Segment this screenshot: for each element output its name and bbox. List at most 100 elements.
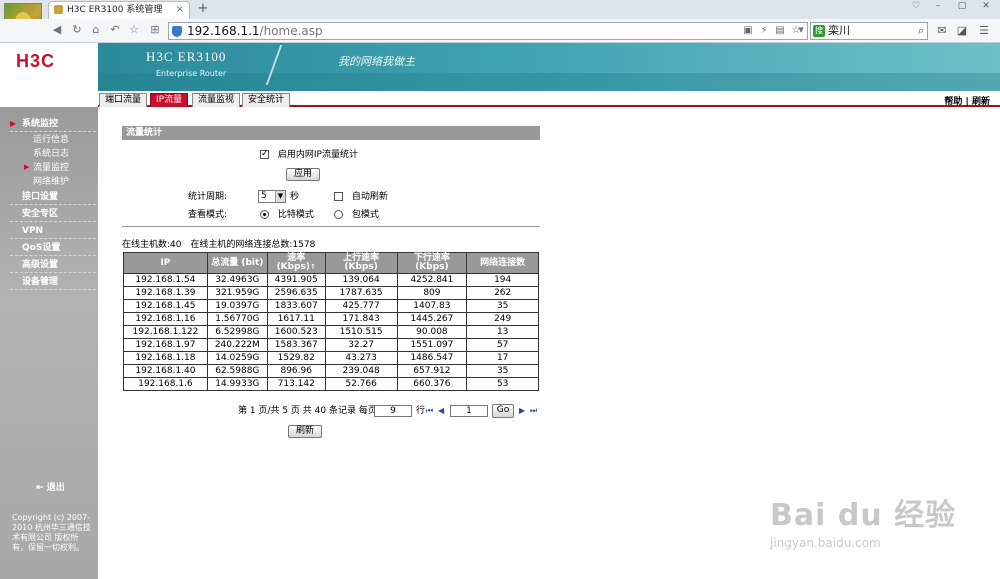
prev-page-icon[interactable]: ◀ (438, 405, 444, 417)
table-cell: 32.27 (324, 338, 398, 352)
speed-icon[interactable]: ⚡ (757, 24, 771, 38)
table-cell: 171.843 (324, 312, 398, 326)
back-icon[interactable]: ◀ (50, 23, 64, 37)
search-engine-icon: 搜 (813, 25, 825, 37)
packet-mode-radio[interactable] (334, 210, 343, 219)
apply-button[interactable]: 应用 (286, 168, 320, 181)
slogan: 我的网络我做主 (338, 55, 415, 68)
col-up-rate[interactable]: 上行速率 (Kbps) (324, 252, 398, 274)
sidebar-item-qos[interactable]: QoS设置 (10, 241, 96, 256)
view-mode-label: 查看模式: (188, 210, 228, 220)
table-cell: 1486.547 (396, 351, 468, 365)
table-row: 192.168.1.97 240.222M 1583.367 32.27 1551.09… (123, 338, 539, 352)
sidebar-sub-network-maint[interactable]: 网络维护 (33, 176, 69, 188)
sidebar-item-device-mgmt[interactable]: 设备管理 (10, 275, 96, 290)
minimize-icon[interactable]: – (928, 0, 948, 14)
table-cell: 62.5988G (206, 364, 268, 378)
sidebar-sub-system-log[interactable]: 系统日志 (33, 148, 69, 160)
col-down-rate[interactable]: 下行速率 (Kbps) (396, 252, 468, 274)
clipboard-icon[interactable]: ▤ (773, 24, 787, 38)
reload-icon[interactable]: ↻ (70, 23, 84, 37)
pager: 第 1 页/共 5 页 共 40 条记录 每页 (238, 405, 377, 417)
first-page-icon[interactable]: ⏮ (426, 405, 433, 417)
table-cell: 17 (466, 351, 539, 365)
table-cell: 1510.515 (324, 325, 398, 339)
search-icon[interactable]: ⌕ (918, 24, 924, 38)
table-cell: 1833.607 (266, 299, 326, 313)
per-page-input[interactable]: 9 (374, 405, 412, 417)
sidebar-item-vpn[interactable]: VPN (10, 224, 96, 239)
mail-icon[interactable]: ✉ (934, 23, 950, 39)
logout-button[interactable]: ⇤ 退出 (36, 480, 65, 493)
table-row: 192.168.1.39 321.959G 2596.635 1787.635 809 2… (123, 286, 539, 300)
table-row: 192.168.1.18 14.0259G 1529.82 43.273 1486.54… (123, 351, 539, 365)
col-connections[interactable]: 网络连接数 (466, 252, 539, 274)
skin-icon[interactable]: ♡ (906, 0, 926, 14)
auto-refresh-checkbox[interactable] (334, 192, 343, 201)
tab-ip-traffic[interactable]: IP流量 (150, 93, 189, 107)
compat-mode-icon[interactable]: ▣ (741, 24, 755, 38)
col-ip[interactable]: IP (123, 252, 208, 274)
table-cell: 13 (466, 325, 539, 339)
sidebar-item-interface[interactable]: 接口设置 (10, 190, 96, 205)
table-cell: 192.168.1.39 (123, 286, 208, 300)
table-cell: 192.168.1.54 (123, 273, 208, 287)
table-cell: 192.168.1.45 (123, 299, 208, 313)
table-cell: 713.142 (266, 377, 326, 391)
tab-traffic-watch[interactable]: 流量监视 (192, 93, 241, 107)
sidebar-sub-traffic-monitor[interactable]: 流量监控 (33, 162, 69, 174)
h3c-logo: H3C (16, 51, 56, 71)
table-cell: 4252.841 (396, 273, 468, 287)
bit-mode-radio[interactable] (260, 210, 269, 219)
table-cell: 1529.82 (266, 351, 326, 365)
tab-port-traffic[interactable]: 端口流量 (99, 93, 148, 107)
search-input[interactable]: 栾川 (828, 23, 850, 39)
table-cell: 896.96 (266, 364, 326, 378)
table-cell: 1445.267 (396, 312, 468, 326)
go-button[interactable]: Go (492, 404, 514, 418)
security-shield-icon (172, 26, 182, 37)
menu-icon[interactable]: ☰ (976, 23, 992, 39)
row-unit: 行 (416, 406, 426, 416)
table-row: 192.168.1.6 14.9933G 713.142 52.766 660.376 5… (123, 377, 539, 391)
browser-tab[interactable]: H3C ER3100 系统管理 × (48, 1, 190, 19)
favorite-icon[interactable]: ☆ (127, 23, 141, 37)
last-page-icon[interactable]: ⏭ (530, 405, 537, 417)
search-box[interactable]: 搜 栾川 ⌕ (810, 22, 928, 40)
table-cell: 192.168.1.16 (123, 312, 208, 326)
watermark-logo: Bai du 经验 (770, 498, 957, 533)
sidebar-item-system-monitor[interactable]: ▶ 系统监控 (10, 117, 96, 132)
address-bar[interactable]: 192.168.1.1/home.asp ▣ ⚡ ▤ ☆ (168, 22, 808, 40)
enable-ip-stats-checkbox[interactable] (260, 148, 269, 160)
url-host: 192.168.1.1 (187, 24, 260, 38)
sidebar: ▶ 系统监控 运行信息 系统日志 ▶ 流量监控 网络维护 接口设置 安全专区 V… (0, 107, 98, 579)
tab-close-icon[interactable]: × (176, 2, 184, 18)
tab-security-stats[interactable]: 安全统计 (242, 93, 291, 107)
table-body: 192.168.1.54 32.4963G 4391.905 139.064 4252.… (123, 273, 539, 391)
url-path: /home.asp (259, 24, 323, 38)
sidebar-item-security[interactable]: 安全专区 (10, 207, 96, 222)
sidebar-item-advanced[interactable]: 高级设置 (10, 258, 96, 273)
close-window-icon[interactable]: ✕ (976, 0, 996, 14)
col-rate[interactable]: 速率 (Kbps)↑ (266, 252, 326, 274)
table-cell: 194 (466, 273, 539, 287)
home-icon[interactable]: ⌂ (89, 23, 103, 37)
refresh-link[interactable]: 刷新 (972, 97, 990, 107)
period-select[interactable]: 5 ▼ (258, 190, 286, 203)
refresh-button[interactable]: 刷新 (288, 425, 322, 438)
col-total-traffic[interactable]: 总流量 (bit) (206, 252, 268, 274)
undo-icon[interactable]: ↶ (108, 23, 122, 37)
maximize-icon[interactable]: ▢ (952, 0, 972, 14)
next-page-icon[interactable]: ▶ (519, 405, 525, 417)
page-number-input[interactable]: 1 (450, 405, 488, 417)
sidebar-sub-run-info[interactable]: 运行信息 (33, 134, 69, 146)
address-dropdown-icon[interactable]: ▾ (794, 23, 808, 37)
extension-icon[interactable]: ◪ (954, 23, 970, 39)
new-tab-button[interactable]: + (194, 1, 212, 18)
help-link[interactable]: 帮助 (944, 97, 962, 107)
table-row: 192.168.1.45 19.0397G 1833.607 425.777 1407.… (123, 299, 539, 313)
browser-toolbar: ◀ ↻ ⌂ ↶ ☆ ⊞ 192.168.1.1/home.asp ▣ ⚡ ▤ ☆… (0, 19, 1000, 43)
apps-grid-icon[interactable]: ⊞ (148, 23, 162, 37)
table-cell: 809 (396, 286, 468, 300)
arrow-right-icon: ▶ (24, 163, 30, 171)
